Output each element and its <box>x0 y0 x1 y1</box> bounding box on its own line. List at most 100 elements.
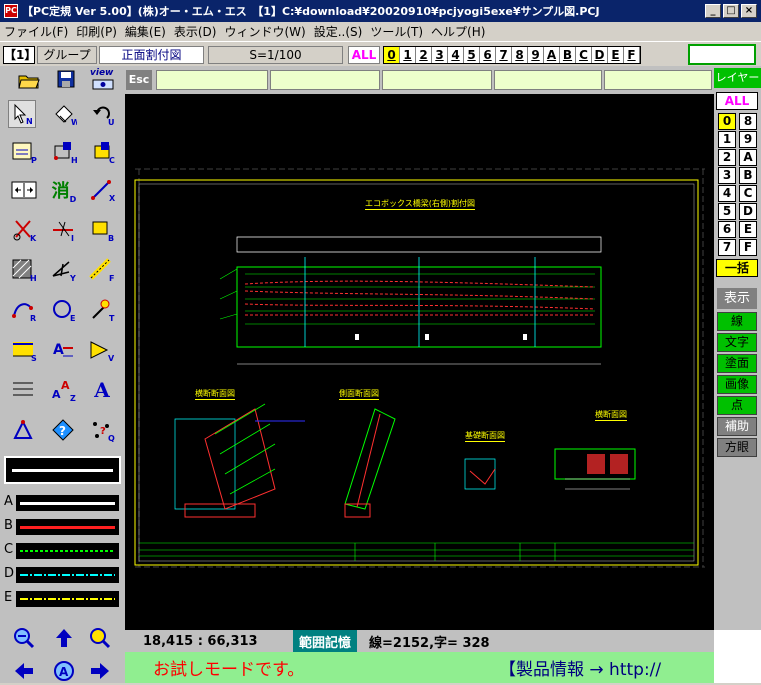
layer-toggle-c[interactable]: C <box>576 47 592 63</box>
menu-tools[interactable]: ツール(T) <box>366 23 427 40</box>
display-image-button[interactable]: 画像 <box>717 375 757 394</box>
layer-all-button[interactable]: ALL <box>348 46 380 64</box>
layer-toggle-f[interactable]: F <box>624 47 640 63</box>
layer-toggle-e[interactable]: E <box>608 47 624 63</box>
menu-edit[interactable]: 編集(E) <box>121 23 170 40</box>
line-style-d[interactable] <box>16 567 119 583</box>
menu-window[interactable]: ウィンドウ(W) <box>220 23 309 40</box>
layer-toggle-6[interactable]: 6 <box>480 47 496 63</box>
layer-button-8[interactable]: 8 <box>739 113 757 130</box>
hatch-icon[interactable]: H <box>10 256 38 284</box>
arrow-left-icon[interactable] <box>12 660 36 685</box>
open-folder-icon[interactable] <box>18 71 40 89</box>
close-button[interactable]: × <box>741 4 757 18</box>
save-icon[interactable] <box>57 70 75 88</box>
layer-button-3[interactable]: 3 <box>718 167 736 184</box>
cut-icon[interactable]: K <box>10 216 38 244</box>
esc-button[interactable]: Esc <box>126 70 152 90</box>
layer-button-9[interactable]: 9 <box>739 131 757 148</box>
layer-toggle-a[interactable]: A <box>544 47 560 63</box>
line-style-e[interactable] <box>16 591 119 607</box>
layer-button-0[interactable]: 0 <box>718 113 736 130</box>
layer-button-e[interactable]: E <box>739 221 757 238</box>
layer-bulk-button[interactable]: 一括 <box>716 259 758 277</box>
fillet-icon[interactable]: F <box>88 256 116 284</box>
layer-button-d[interactable]: D <box>739 203 757 220</box>
group-label[interactable]: グループ <box>37 46 97 64</box>
line-style-b[interactable] <box>16 519 119 535</box>
circle-icon[interactable]: E <box>50 296 78 324</box>
product-info-link[interactable]: 【製品情報 → http:// <box>499 655 661 680</box>
layer-toggle-b[interactable]: B <box>560 47 576 63</box>
arrow-right-icon[interactable] <box>88 660 112 685</box>
layer-button-c[interactable]: C <box>739 185 757 202</box>
angle-icon[interactable]: Y <box>50 256 78 284</box>
vertex-icon[interactable]: V <box>88 336 116 364</box>
display-fill-button[interactable]: 塗面 <box>717 354 757 373</box>
layer-button-5[interactable]: 5 <box>718 203 736 220</box>
layer-toggle-7[interactable]: 7 <box>496 47 512 63</box>
range-memory-button[interactable]: 範囲記憶 <box>293 629 358 653</box>
view-icon[interactable]: view <box>90 68 116 90</box>
layer-toggle-1[interactable]: 1 <box>400 47 416 63</box>
layer-toggle-0[interactable]: 0 <box>384 47 400 63</box>
menu-help[interactable]: ヘルプ(H) <box>427 23 489 40</box>
text-edit-icon[interactable]: A <box>50 336 78 364</box>
triangle-icon[interactable] <box>10 416 38 444</box>
line-style-a[interactable] <box>16 495 119 511</box>
layer-button-4[interactable]: 4 <box>718 185 736 202</box>
lines-icon[interactable] <box>10 376 38 404</box>
layer-toggle-2[interactable]: 2 <box>416 47 432 63</box>
help-icon[interactable]: ? <box>50 416 78 444</box>
layer-button-a[interactable]: A <box>739 149 757 166</box>
layer-button-b[interactable]: B <box>739 167 757 184</box>
input-box-2[interactable] <box>270 70 380 90</box>
delete-icon[interactable]: 消 D <box>50 176 78 204</box>
menu-settings[interactable]: 設定..(S) <box>310 23 367 40</box>
arrow-up-icon[interactable] <box>52 626 76 653</box>
display-aux-button[interactable]: 補助 <box>717 417 757 436</box>
cad-canvas[interactable]: エコボックス橋梁(右側)割付図 横断断面図 側面断面図 基礎断面図 横断面図 <box>125 109 714 630</box>
select-tool-icon[interactable]: N <box>8 100 36 128</box>
intersect-icon[interactable]: I <box>50 216 78 244</box>
tangent-icon[interactable]: T <box>88 296 116 324</box>
layer-toggle-3[interactable]: 3 <box>432 47 448 63</box>
layer-button-2[interactable]: 2 <box>718 149 736 166</box>
zoom-window-icon[interactable] <box>88 626 112 653</box>
erase-area-icon[interactable]: W <box>50 100 78 128</box>
arc-icon[interactable]: R <box>10 296 38 324</box>
menu-file[interactable]: ファイル(F) <box>0 23 72 40</box>
menu-view[interactable]: 表示(D) <box>170 23 221 40</box>
line-draw-icon[interactable]: X <box>88 176 116 204</box>
maximize-button[interactable]: □ <box>723 4 739 18</box>
text-icon[interactable]: A <box>88 376 116 404</box>
scale-display[interactable]: S=1/100 <box>208 46 343 64</box>
mirror-icon[interactable] <box>10 176 38 204</box>
layer-button-6[interactable]: 6 <box>718 221 736 238</box>
layer-all-toggle[interactable]: ALL <box>716 92 758 110</box>
line-style-c[interactable] <box>16 543 119 559</box>
minimize-button[interactable]: _ <box>705 4 721 18</box>
layer-button-f[interactable]: F <box>739 239 757 256</box>
input-box-4[interactable] <box>494 70 602 90</box>
current-line-preview[interactable] <box>4 456 121 484</box>
layer-toggle-5[interactable]: 5 <box>464 47 480 63</box>
layer-toggle-4[interactable]: 4 <box>448 47 464 63</box>
dimension-icon[interactable]: S <box>10 336 38 364</box>
input-box-1[interactable] <box>156 70 268 90</box>
input-box-3[interactable] <box>382 70 492 90</box>
display-points-button[interactable]: 点 <box>717 396 757 415</box>
undo-icon[interactable]: U <box>88 100 116 128</box>
zoom-in-icon[interactable] <box>12 626 36 653</box>
sort-text-icon[interactable]: AAZ <box>50 376 78 404</box>
parallel-line-icon[interactable]: P <box>10 138 38 166</box>
point-query-icon[interactable]: ? Q <box>88 416 116 444</box>
zoom-all-icon[interactable]: A <box>52 660 76 685</box>
display-text-button[interactable]: 文字 <box>717 333 757 352</box>
layer-toggle-d[interactable]: D <box>592 47 608 63</box>
display-grid-button[interactable]: 方眼 <box>717 438 757 457</box>
layer-toggle-8[interactable]: 8 <box>512 47 528 63</box>
corner-icon[interactable]: C <box>88 138 116 166</box>
layer-name-field[interactable] <box>688 44 756 65</box>
rectangle-corner-icon[interactable]: H <box>50 138 78 166</box>
